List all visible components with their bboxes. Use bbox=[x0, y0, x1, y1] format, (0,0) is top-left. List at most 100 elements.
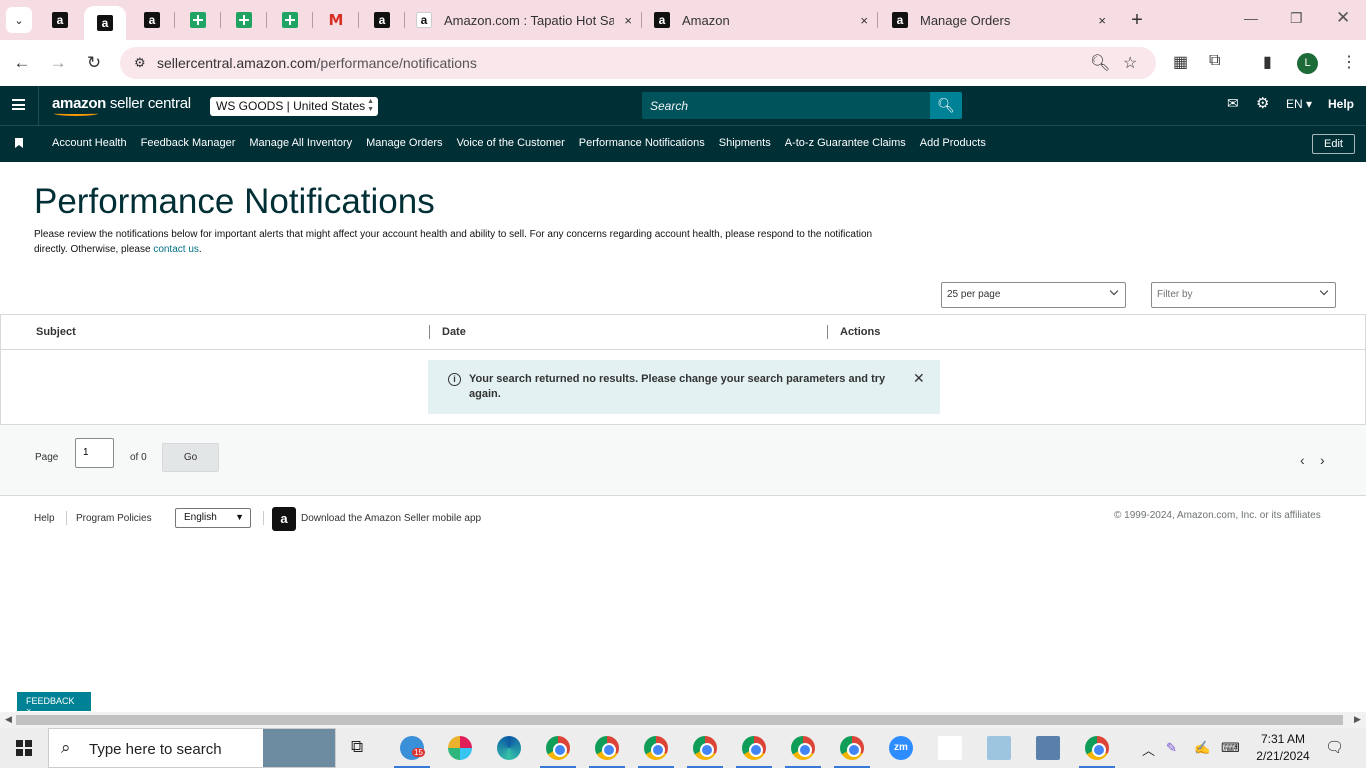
page-number-input[interactable]: 1 bbox=[75, 438, 114, 468]
keyboard-icon[interactable]: ⌨ bbox=[1221, 740, 1240, 756]
chrome-icon[interactable] bbox=[644, 736, 668, 760]
column-date[interactable]: Date bbox=[442, 326, 466, 338]
chrome-menu-icon[interactable]: ⋮ bbox=[1341, 52, 1357, 72]
nav-feedback-manager[interactable]: Feedback Manager bbox=[134, 137, 243, 149]
ink-workspace-icon[interactable]: ✍ bbox=[1194, 740, 1210, 756]
system-clock[interactable]: 7:31 AM 2/21/2024 bbox=[1252, 731, 1314, 765]
qr-code-icon[interactable]: ▦ bbox=[1173, 52, 1188, 72]
edit-nav-button[interactable]: Edit bbox=[1312, 134, 1355, 154]
chrome-icon[interactable] bbox=[791, 736, 815, 760]
hamburger-menu-icon[interactable] bbox=[12, 99, 25, 110]
program-policies-link[interactable]: Program Policies bbox=[76, 513, 152, 524]
site-info-icon[interactable]: ⚙ bbox=[134, 55, 146, 71]
chrome-icon[interactable] bbox=[1085, 736, 1109, 760]
forward-icon[interactable]: → bbox=[47, 52, 69, 74]
download-app-link[interactable]: Download the Amazon Seller mobile app bbox=[301, 513, 481, 524]
pinned-tab-amazon[interactable]: a bbox=[140, 8, 164, 32]
settings-gear-icon[interactable]: ⚙ bbox=[1256, 94, 1269, 112]
address-bar[interactable]: ⚙ sellercentral.amazon.com/performance/n… bbox=[120, 47, 1156, 79]
bookmark-icon[interactable] bbox=[15, 138, 23, 148]
notifications-icon[interactable]: 🗨︎ bbox=[1325, 738, 1344, 756]
chrome-icon[interactable] bbox=[742, 736, 766, 760]
tab-tapatio[interactable]: a Amazon.com : Tapatio Hot Sauc × bbox=[416, 6, 632, 34]
profile-avatar[interactable]: L bbox=[1297, 53, 1318, 74]
scrollbar-thumb[interactable] bbox=[16, 715, 1343, 725]
go-button[interactable]: Go bbox=[162, 443, 219, 472]
nav-voice-of-customer[interactable]: Voice of the Customer bbox=[450, 137, 572, 149]
notepad-icon[interactable] bbox=[987, 736, 1011, 760]
help-link[interactable]: Help bbox=[1328, 97, 1354, 111]
reload-icon[interactable]: ↻ bbox=[83, 52, 105, 74]
per-page-select[interactable]: 25 per page bbox=[941, 282, 1126, 308]
pinned-tab-gmail[interactable]: M bbox=[324, 8, 348, 32]
pinned-tab-sheets[interactable] bbox=[278, 8, 302, 32]
edge-icon[interactable] bbox=[497, 736, 521, 760]
active-tab-amazon[interactable]: a bbox=[84, 6, 126, 40]
amazon-app-icon[interactable]: a bbox=[272, 507, 296, 531]
slack-icon[interactable] bbox=[448, 736, 472, 760]
tab-manage-orders[interactable]: a Manage Orders × bbox=[892, 6, 1106, 34]
scroll-left-icon[interactable]: ◀ bbox=[5, 714, 12, 725]
chrome-icon[interactable] bbox=[546, 736, 570, 760]
nav-a-to-z-claims[interactable]: A-to-z Guarantee Claims bbox=[778, 137, 913, 149]
nav-account-health[interactable]: Account Health bbox=[45, 137, 134, 149]
pinned-tab-amazon[interactable]: a bbox=[370, 8, 394, 32]
footer-help-link[interactable]: Help bbox=[34, 513, 55, 524]
search-button[interactable]: 🔍︎ bbox=[930, 92, 962, 119]
windows-start-icon[interactable] bbox=[16, 740, 32, 756]
side-panel-icon[interactable]: ▮ bbox=[1263, 52, 1272, 72]
nav-performance-notifications[interactable]: Performance Notifications bbox=[572, 137, 712, 149]
new-tab-button[interactable]: + bbox=[1126, 9, 1148, 31]
tab-search-chevron-icon[interactable]: ⌄ bbox=[6, 7, 32, 33]
pinned-tab-amazon[interactable]: a bbox=[48, 8, 72, 32]
pinned-tab-sheets[interactable] bbox=[232, 8, 256, 32]
close-tab-icon[interactable]: × bbox=[624, 13, 632, 28]
url-text[interactable]: sellercentral.amazon.com/performance/not… bbox=[157, 55, 477, 71]
nav-add-products[interactable]: Add Products bbox=[913, 137, 993, 149]
chrome-icon[interactable] bbox=[840, 736, 864, 760]
language-selector[interactable]: EN ▾ bbox=[1286, 97, 1312, 111]
close-icon[interactable]: ✕ bbox=[913, 370, 925, 387]
footer-language-select[interactable]: English ▼ bbox=[175, 508, 251, 528]
search-highlight-image[interactable] bbox=[263, 729, 335, 767]
chrome-icon[interactable] bbox=[595, 736, 619, 760]
scroll-right-icon[interactable]: ▶ bbox=[1354, 714, 1361, 725]
filter-select[interactable]: Filter by bbox=[1151, 282, 1336, 308]
back-icon[interactable]: ← bbox=[11, 52, 33, 74]
minimize-icon[interactable]: — bbox=[1244, 10, 1258, 26]
bookmark-star-icon[interactable]: ☆ bbox=[1123, 53, 1137, 73]
contact-us-link[interactable]: contact us bbox=[153, 244, 199, 255]
taskbar-search-box[interactable]: ⌕ Type here to search bbox=[48, 728, 336, 768]
zoom-icon[interactable]: 🔍︎ bbox=[1090, 53, 1110, 73]
calculator-icon[interactable] bbox=[1036, 736, 1060, 760]
zoom-app-icon[interactable]: zm bbox=[889, 736, 913, 760]
show-hidden-icons-icon[interactable]: ︿ bbox=[1142, 740, 1155, 759]
chrome-icon[interactable] bbox=[693, 736, 717, 760]
tab-amazon[interactable]: a Amazon × bbox=[654, 6, 868, 34]
pinned-tab-sheets[interactable] bbox=[186, 8, 210, 32]
close-tab-icon[interactable]: × bbox=[860, 13, 868, 28]
column-actions[interactable]: Actions bbox=[840, 326, 880, 338]
extensions-icon[interactable]: ⧉ bbox=[1209, 52, 1220, 70]
close-tab-icon[interactable]: × bbox=[1098, 13, 1106, 28]
nav-manage-all-inventory[interactable]: Manage All Inventory bbox=[242, 137, 359, 149]
nav-manage-orders[interactable]: Manage Orders bbox=[359, 137, 449, 149]
mail-icon[interactable]: ✉ bbox=[1227, 95, 1239, 112]
nav-shipments[interactable]: Shipments bbox=[712, 137, 778, 149]
restore-icon[interactable]: ❐ bbox=[1290, 10, 1303, 27]
seller-central-logo[interactable]: amazon seller central bbox=[52, 95, 191, 116]
telegram-icon[interactable]: 15 bbox=[400, 736, 425, 760]
pen-icon[interactable]: ✎ bbox=[1166, 740, 1177, 756]
next-page-icon[interactable]: › bbox=[1320, 452, 1325, 468]
store-switcher[interactable]: WS GOODS | United States ▲ ▼ bbox=[210, 97, 378, 116]
feedback-button[interactable]: FEEDBACK × bbox=[17, 692, 91, 716]
sheets-favicon-icon bbox=[282, 12, 298, 28]
column-subject[interactable]: Subject bbox=[36, 326, 76, 338]
task-view-icon[interactable]: ⧉ bbox=[351, 737, 363, 757]
horizontal-scrollbar[interactable]: ◀ ▶ bbox=[0, 712, 1366, 728]
previous-page-icon[interactable]: ‹ bbox=[1300, 452, 1305, 468]
close-window-icon[interactable]: ✕ bbox=[1336, 8, 1350, 28]
activity-monitor-icon[interactable] bbox=[938, 736, 962, 760]
store-label: WS GOODS | United States bbox=[216, 99, 366, 113]
search-input[interactable]: Search bbox=[642, 92, 930, 119]
